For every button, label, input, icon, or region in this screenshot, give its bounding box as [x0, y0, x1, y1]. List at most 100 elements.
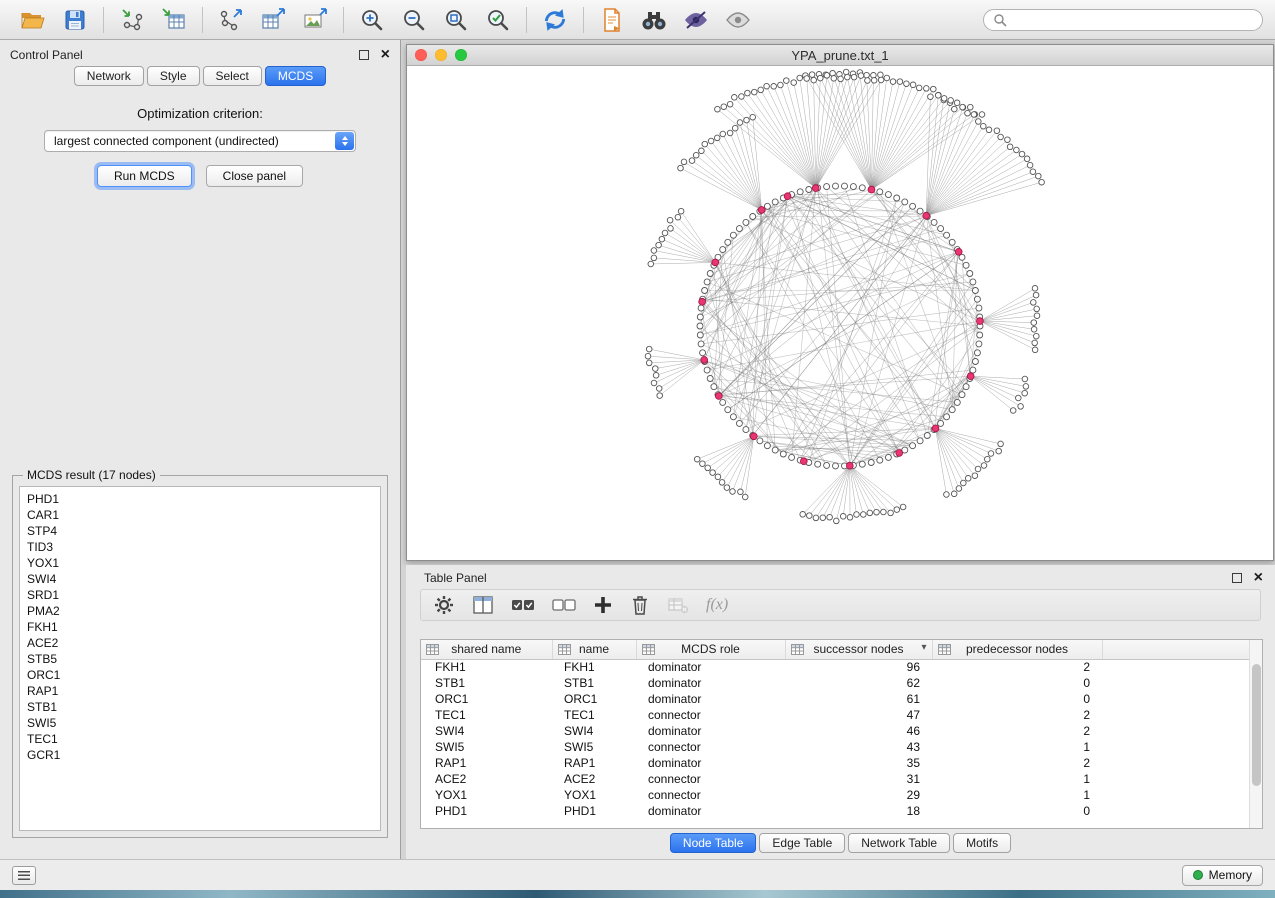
share-document-button[interactable]: [597, 5, 627, 35]
cell-name[interactable]: ORC1: [552, 691, 636, 707]
cell-name[interactable]: SWI5: [552, 739, 636, 755]
zoom-window-icon[interactable]: [455, 49, 467, 61]
cell-shared-name[interactable]: ACE2: [421, 771, 552, 787]
table-row[interactable]: RAP1RAP1dominator352: [421, 755, 1249, 771]
zoom-selected-button[interactable]: [483, 5, 513, 35]
zoom-in-button[interactable]: [357, 5, 387, 35]
cell-MCDS-role[interactable]: dominator: [636, 675, 785, 691]
mcds-result-item[interactable]: SWI5: [27, 715, 373, 731]
panel-menu-button[interactable]: [12, 866, 36, 885]
mcds-result-item[interactable]: PMA2: [27, 603, 373, 619]
cell-successor-nodes[interactable]: 31: [785, 771, 932, 787]
export-network-button[interactable]: [216, 5, 246, 35]
column-header-MCDS-role[interactable]: MCDS role: [636, 640, 785, 659]
cell-successor-nodes[interactable]: 18: [785, 803, 932, 819]
cell-predecessor-nodes[interactable]: 0: [932, 675, 1102, 691]
cell-successor-nodes[interactable]: 47: [785, 707, 932, 723]
column-header-successor-nodes[interactable]: successor nodes▾: [785, 640, 932, 659]
mcds-result-item[interactable]: CAR1: [27, 507, 373, 523]
mcds-result-item[interactable]: FKH1: [27, 619, 373, 635]
mcds-result-item[interactable]: STB1: [27, 699, 373, 715]
mcds-result-item[interactable]: YOX1: [27, 555, 373, 571]
zoom-fit-button[interactable]: [441, 5, 471, 35]
cell-name[interactable]: SWI4: [552, 723, 636, 739]
table-row[interactable]: PHD1PHD1dominator180: [421, 803, 1249, 819]
zoom-out-button[interactable]: [399, 5, 429, 35]
cell-name[interactable]: TEC1: [552, 707, 636, 723]
mcds-result-item[interactable]: GCR1: [27, 747, 373, 763]
show-elements-button[interactable]: [723, 5, 753, 35]
tab-edge-table[interactable]: Edge Table: [759, 833, 845, 853]
scrollbar-thumb[interactable]: [1252, 664, 1261, 786]
cell-MCDS-role[interactable]: connector: [636, 771, 785, 787]
float-panel-icon[interactable]: [359, 50, 369, 60]
cell-predecessor-nodes[interactable]: 2: [932, 755, 1102, 771]
cell-MCDS-role[interactable]: dominator: [636, 691, 785, 707]
close-panel-icon[interactable]: ×: [381, 50, 390, 60]
cell-predecessor-nodes[interactable]: 2: [932, 723, 1102, 739]
column-header-predecessor-nodes[interactable]: predecessor nodes: [932, 640, 1102, 659]
cell-successor-nodes[interactable]: 61: [785, 691, 932, 707]
minimize-window-icon[interactable]: [435, 49, 447, 61]
cell-predecessor-nodes[interactable]: 1: [932, 771, 1102, 787]
mcds-result-item[interactable]: RAP1: [27, 683, 373, 699]
cell-successor-nodes[interactable]: 29: [785, 787, 932, 803]
cell-name[interactable]: PHD1: [552, 803, 636, 819]
table-row[interactable]: SWI5SWI5connector431: [421, 739, 1249, 755]
column-header-name[interactable]: name: [552, 640, 636, 659]
table-row[interactable]: YOX1YOX1connector291: [421, 787, 1249, 803]
cell-shared-name[interactable]: SWI4: [421, 723, 552, 739]
cell-predecessor-nodes[interactable]: 0: [932, 803, 1102, 819]
table-row[interactable]: SWI4SWI4dominator462: [421, 723, 1249, 739]
table-row[interactable]: FKH1FKH1dominator962: [421, 659, 1249, 675]
import-network-button[interactable]: [117, 5, 147, 35]
binoculars-button[interactable]: [639, 5, 669, 35]
cell-MCDS-role[interactable]: dominator: [636, 723, 785, 739]
cell-shared-name[interactable]: ORC1: [421, 691, 552, 707]
tab-mcds[interactable]: MCDS: [265, 66, 326, 86]
criterion-dropdown[interactable]: largest connected component (undirected): [44, 130, 356, 152]
cell-MCDS-role[interactable]: connector: [636, 707, 785, 723]
delete-column-button[interactable]: [630, 591, 650, 619]
search-input[interactable]: [1013, 13, 1253, 27]
hide-elements-button[interactable]: [681, 5, 711, 35]
column-header-shared-name[interactable]: shared name: [421, 640, 552, 659]
mcds-result-item[interactable]: TID3: [27, 539, 373, 555]
table-row[interactable]: ACE2ACE2connector311: [421, 771, 1249, 787]
cell-predecessor-nodes[interactable]: 0: [932, 691, 1102, 707]
save-session-button[interactable]: [60, 5, 90, 35]
cell-MCDS-role[interactable]: dominator: [636, 659, 785, 675]
refresh-layout-button[interactable]: [540, 5, 570, 35]
cell-predecessor-nodes[interactable]: 1: [932, 739, 1102, 755]
cell-name[interactable]: FKH1: [552, 659, 636, 675]
create-column-button[interactable]: [593, 591, 613, 619]
show-columns-button[interactable]: [472, 591, 494, 619]
tab-select[interactable]: Select: [203, 66, 262, 86]
cell-shared-name[interactable]: RAP1: [421, 755, 552, 771]
cell-MCDS-role[interactable]: dominator: [636, 803, 785, 819]
cell-name[interactable]: YOX1: [552, 787, 636, 803]
deselect-all-button[interactable]: [552, 591, 576, 619]
cell-successor-nodes[interactable]: 96: [785, 659, 932, 675]
tab-motifs[interactable]: Motifs: [953, 833, 1011, 853]
mcds-result-list[interactable]: PHD1CAR1STP4TID3YOX1SWI4SRD1PMA2FKH1ACE2…: [19, 486, 381, 831]
cell-successor-nodes[interactable]: 43: [785, 739, 932, 755]
table-row[interactable]: ORC1ORC1dominator610: [421, 691, 1249, 707]
cell-name[interactable]: RAP1: [552, 755, 636, 771]
cell-predecessor-nodes[interactable]: 1: [932, 787, 1102, 803]
cell-successor-nodes[interactable]: 46: [785, 723, 932, 739]
tab-network[interactable]: Network: [74, 66, 144, 86]
mcds-result-item[interactable]: TEC1: [27, 731, 373, 747]
cell-shared-name[interactable]: STB1: [421, 675, 552, 691]
tab-network-table[interactable]: Network Table: [848, 833, 950, 853]
cell-shared-name[interactable]: YOX1: [421, 787, 552, 803]
mcds-result-item[interactable]: PHD1: [27, 491, 373, 507]
select-all-button[interactable]: [511, 591, 535, 619]
export-image-button[interactable]: [300, 5, 330, 35]
cell-predecessor-nodes[interactable]: 2: [932, 707, 1102, 723]
mcds-result-item[interactable]: SWI4: [27, 571, 373, 587]
cell-MCDS-role[interactable]: connector: [636, 787, 785, 803]
mcds-result-item[interactable]: ACE2: [27, 635, 373, 651]
table-row[interactable]: STB1STB1dominator620: [421, 675, 1249, 691]
cell-shared-name[interactable]: TEC1: [421, 707, 552, 723]
